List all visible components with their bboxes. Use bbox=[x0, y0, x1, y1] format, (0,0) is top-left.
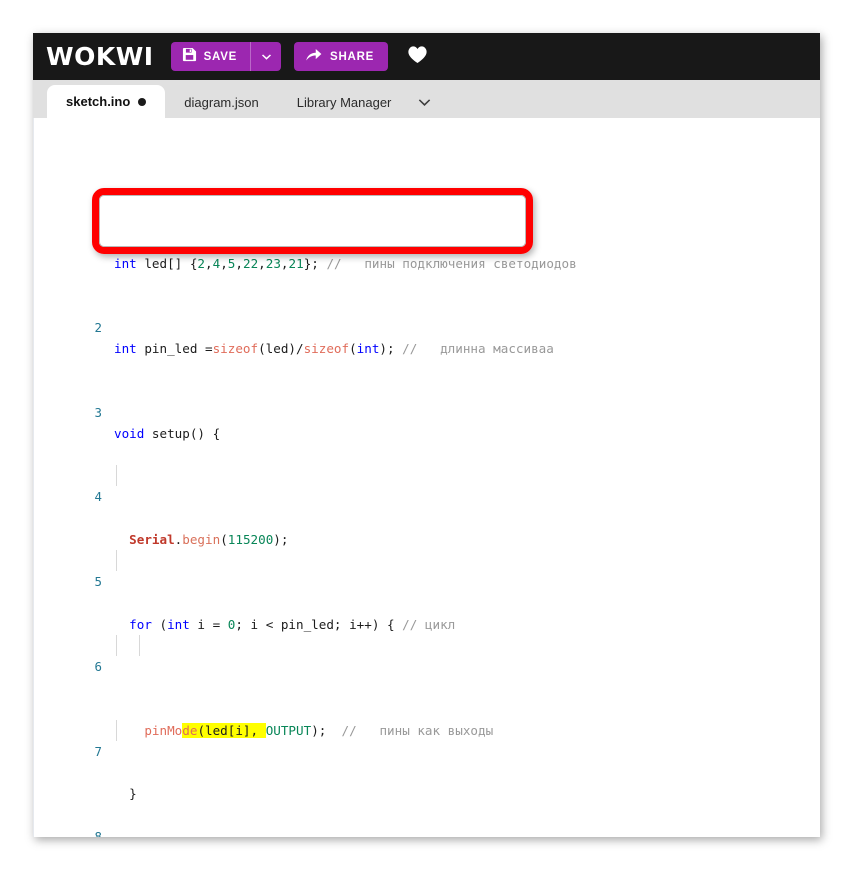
line-content: } bbox=[114, 786, 137, 802]
line-content: void setup() { bbox=[114, 425, 221, 441]
line-content: int led[] {2,4,5,22,23,21}; // пины подк… bbox=[114, 256, 577, 272]
tab-overflow-menu[interactable] bbox=[410, 87, 439, 118]
tab-diagram-json[interactable]: diagram.json bbox=[165, 87, 277, 118]
save-button[interactable]: SAVE bbox=[170, 42, 251, 71]
annotation-box-background bbox=[92, 188, 533, 254]
favorite-button[interactable] bbox=[405, 45, 429, 69]
share-button[interactable]: SHARE bbox=[294, 42, 389, 71]
code-line[interactable]: 4 Serial.begin(115200); bbox=[34, 465, 820, 547]
code-line[interactable]: 7 } bbox=[34, 719, 820, 801]
code-editor[interactable]: 1 int led[] {2,4,5,22,23,21}; // пины по… bbox=[33, 118, 820, 837]
code-line[interactable]: 8 } bbox=[34, 804, 820, 837]
save-button-label: SAVE bbox=[203, 50, 238, 63]
save-button-group: SAVE bbox=[170, 42, 282, 71]
wokwi-logo: WOKWI bbox=[46, 42, 154, 71]
heart-icon bbox=[407, 45, 428, 69]
file-tab-bar: sketch.ino diagram.json Library Manager bbox=[33, 80, 820, 118]
line-number: 3 bbox=[94, 404, 102, 420]
tab-library-manager-label: Library Manager bbox=[296, 95, 392, 110]
share-button-label: SHARE bbox=[330, 50, 375, 63]
line-number: 7 bbox=[94, 743, 102, 759]
wokwi-app-window: WOKWI SAVE SHARE sketch.ino diagram.json… bbox=[33, 33, 820, 837]
line-number: 6 bbox=[94, 659, 102, 674]
chevron-down-icon bbox=[418, 94, 431, 112]
line-number: 8 bbox=[94, 828, 102, 837]
share-arrow-icon bbox=[305, 47, 322, 67]
tab-sketch-ino[interactable]: sketch.ino bbox=[47, 85, 166, 118]
code-line[interactable]: 5 for (int i = 0; i < pin_led; i++) { //… bbox=[34, 550, 820, 632]
save-options-dropdown[interactable] bbox=[250, 42, 282, 71]
line-number: 4 bbox=[94, 489, 102, 505]
unsaved-changes-dot-icon bbox=[138, 97, 147, 106]
line-number: 2 bbox=[94, 319, 102, 335]
floppy-disk-icon bbox=[182, 47, 197, 67]
line-content: for (int i = 0; i < pin_led; i++) { // ц… bbox=[129, 616, 456, 632]
top-toolbar: WOKWI SAVE SHARE bbox=[33, 33, 820, 80]
line-number: 5 bbox=[94, 574, 102, 590]
code-line[interactable]: 3 void setup() { bbox=[34, 380, 820, 441]
chevron-down-icon bbox=[261, 48, 272, 66]
line-content: int pin_led =sizeof(led)/sizeof(int); //… bbox=[114, 341, 554, 357]
tab-sketch-ino-label: sketch.ino bbox=[66, 94, 131, 109]
line-content: Serial.begin(115200); bbox=[129, 531, 289, 547]
page-background: WOKWI SAVE SHARE sketch.ino diagram.json… bbox=[0, 0, 852, 870]
tab-diagram-json-label: diagram.json bbox=[184, 95, 259, 110]
tab-library-manager[interactable]: Library Manager bbox=[278, 87, 411, 118]
code-line[interactable]: 2 int pin_led =sizeof(led)/sizeof(int); … bbox=[34, 296, 820, 356]
code-line[interactable]: 6 pinMode(led[i], OUTPUT); // пины как в… bbox=[34, 634, 820, 738]
